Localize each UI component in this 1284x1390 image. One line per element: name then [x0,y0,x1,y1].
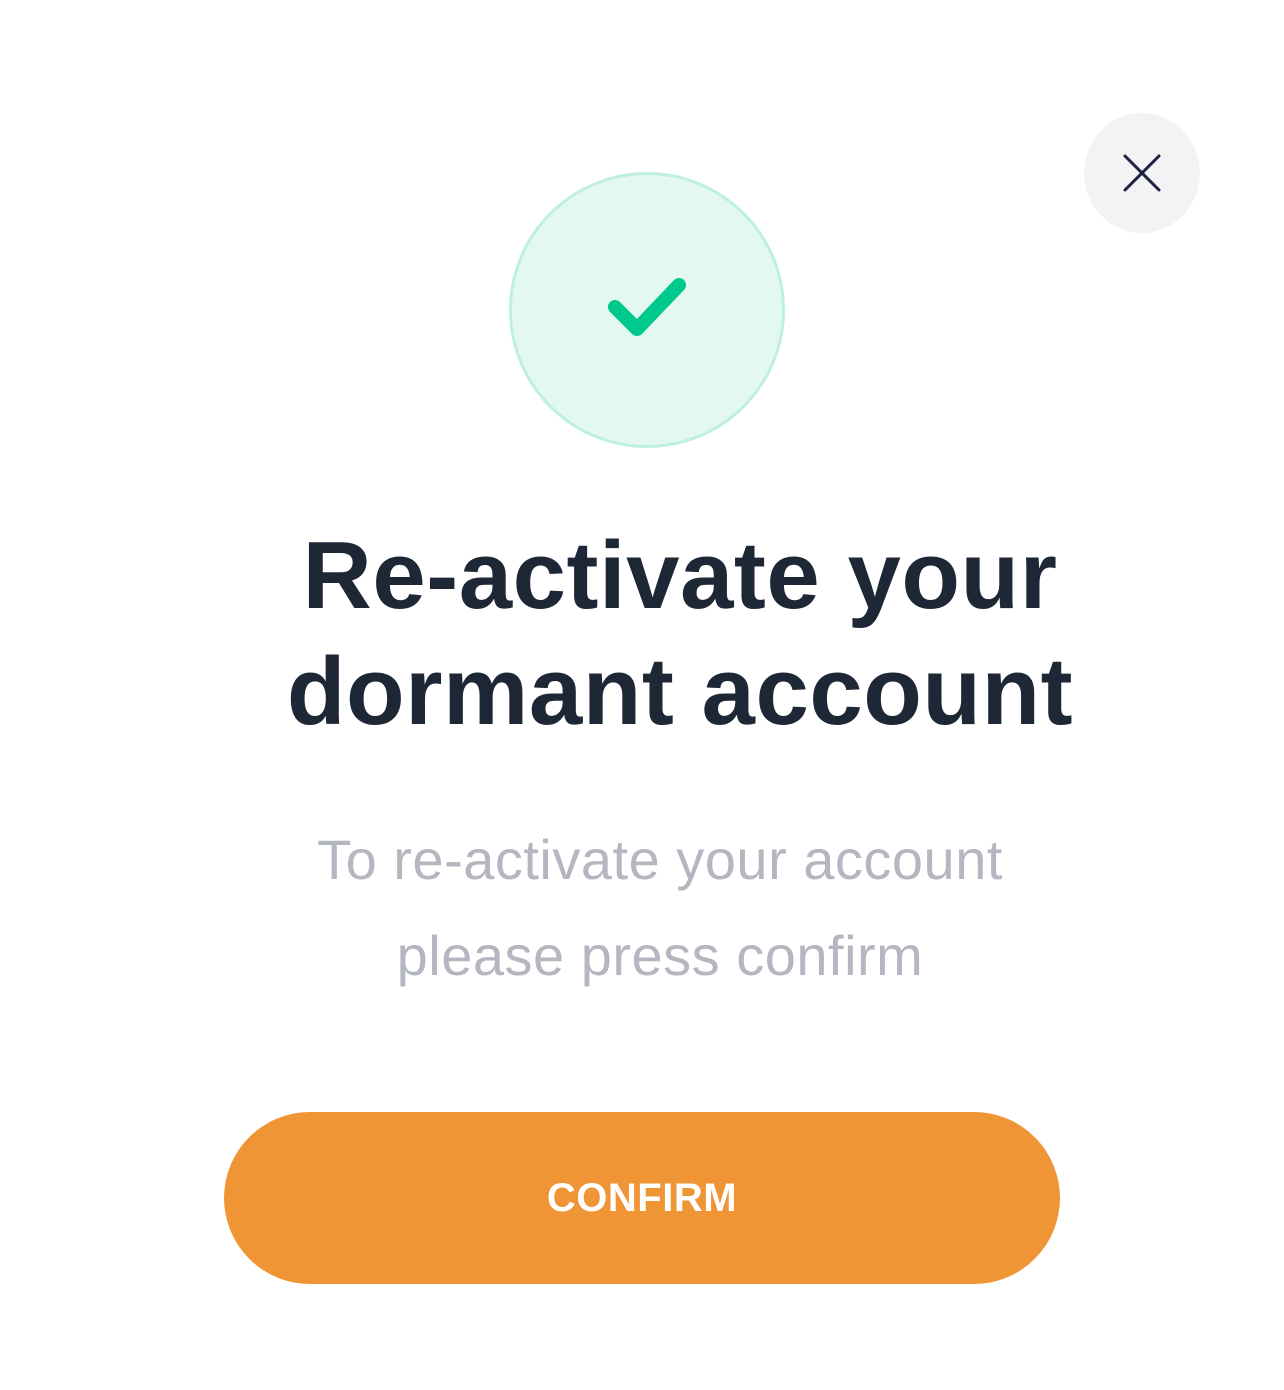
check-icon [607,277,687,344]
message-line-1: To re-activate your account [317,828,1003,891]
close-button[interactable] [1084,113,1200,233]
title-line-1: Re-activate your [302,522,1058,629]
reactivate-dialog: Re-activate your dormant account To re-a… [0,0,1284,1390]
message-line-2: please press confirm [396,924,924,987]
close-icon [1122,153,1162,193]
confirm-button[interactable]: CONFIRM [224,1112,1060,1284]
title-line-2: dormant account [286,638,1074,745]
success-badge [509,172,785,448]
dialog-title: Re-activate your dormant account [180,518,1180,750]
dialog-message: To re-activate your account please press… [200,812,1120,1004]
